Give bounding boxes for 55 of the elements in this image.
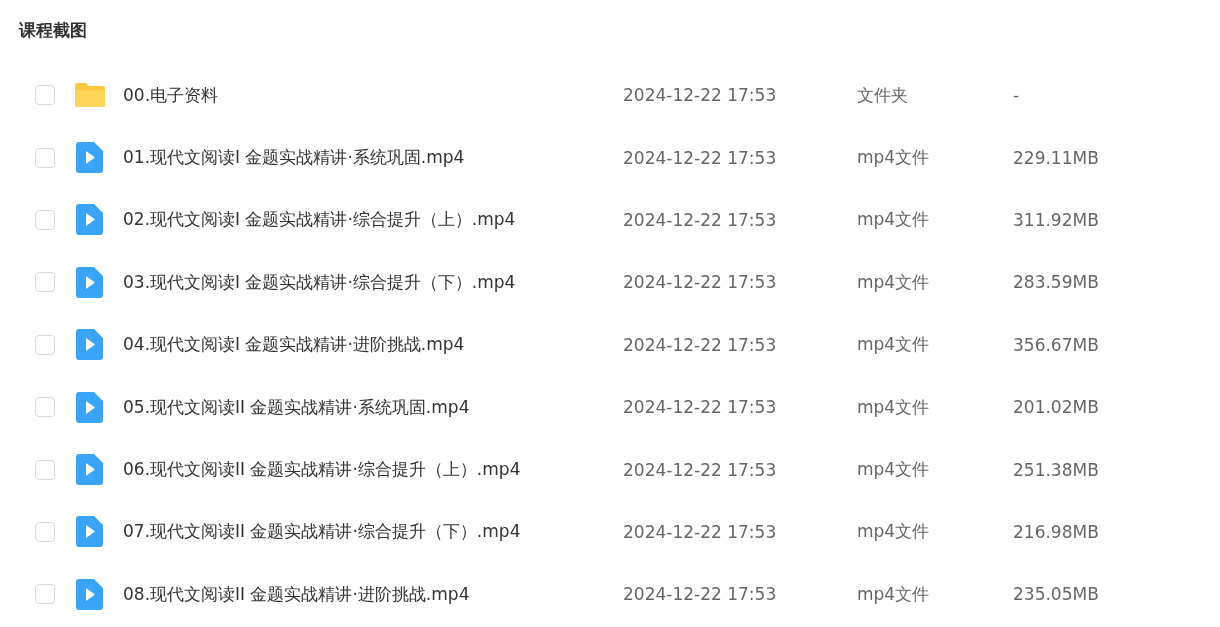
section-title: 课程截图 xyxy=(19,19,88,42)
video-file-icon xyxy=(76,266,103,298)
video-file-icon xyxy=(76,142,103,174)
video-file-icon xyxy=(76,454,103,486)
file-size: 251.38MB xyxy=(1013,459,1100,480)
file-name[interactable]: 05.现代文阅读II 金题实战精讲·系统巩固.mp4 xyxy=(123,395,623,419)
checkbox[interactable] xyxy=(35,521,55,542)
modified-date: 2024-12-22 17:53 xyxy=(623,584,778,605)
file-size: - xyxy=(1013,85,1021,106)
modified-date: 2024-12-22 17:53 xyxy=(623,334,778,355)
file-type: mp4文件 xyxy=(857,333,931,357)
modified-date: 2024-12-22 17:53 xyxy=(623,521,778,542)
video-file-icon xyxy=(76,329,103,361)
checkbox[interactable] xyxy=(35,584,55,605)
file-name[interactable]: 07.现代文阅读II 金题实战精讲·综合提升（下）.mp4 xyxy=(123,520,623,544)
checkbox[interactable] xyxy=(35,147,55,168)
checkbox[interactable] xyxy=(35,85,55,106)
file-type: mp4文件 xyxy=(857,520,931,544)
modified-date: 2024-12-22 17:53 xyxy=(623,147,778,168)
file-name[interactable]: 03.现代文阅读I 金题实战精讲·综合提升（下）.mp4 xyxy=(123,270,623,294)
file-size: 356.67MB xyxy=(1013,334,1100,355)
file-size: 229.11MB xyxy=(1013,147,1100,168)
file-size: 235.05MB xyxy=(1013,584,1100,605)
folder-icon xyxy=(74,82,106,109)
file-size: 216.98MB xyxy=(1013,521,1100,542)
checkbox[interactable] xyxy=(35,397,55,418)
video-file-icon xyxy=(76,578,103,610)
video-file-icon xyxy=(76,516,103,548)
file-name[interactable]: 01.现代文阅读I 金题实战精讲·系统巩固.mp4 xyxy=(123,146,623,170)
file-type: mp4文件 xyxy=(857,146,931,170)
video-file-icon xyxy=(76,391,103,423)
checkbox[interactable] xyxy=(35,272,55,293)
file-size: 201.02MB xyxy=(1013,397,1100,418)
modified-date: 2024-12-22 17:53 xyxy=(623,397,778,418)
file-name[interactable]: 02.现代文阅读I 金题实战精讲·综合提升（上）.mp4 xyxy=(123,208,623,232)
modified-date: 2024-12-22 17:53 xyxy=(623,209,778,230)
file-type: mp4文件 xyxy=(857,208,931,232)
file-name[interactable]: 08.现代文阅读II 金题实战精讲·进阶挑战.mp4 xyxy=(123,582,623,606)
file-name[interactable]: 00.电子资料 xyxy=(123,83,623,107)
modified-date: 2024-12-22 17:53 xyxy=(623,85,778,106)
file-type: mp4文件 xyxy=(857,458,931,482)
checkbox[interactable] xyxy=(35,209,55,230)
modified-date: 2024-12-22 17:53 xyxy=(623,459,778,480)
checkbox[interactable] xyxy=(35,334,55,355)
file-type: 文件夹 xyxy=(857,83,909,107)
file-size: 283.59MB xyxy=(1013,272,1100,293)
file-type: mp4文件 xyxy=(857,395,931,419)
file-type: mp4文件 xyxy=(857,582,931,606)
video-file-icon xyxy=(76,204,103,236)
file-name[interactable]: 04.现代文阅读I 金题实战精讲·进阶挑战.mp4 xyxy=(123,333,623,357)
file-name[interactable]: 06.现代文阅读II 金题实战精讲·综合提升（上）.mp4 xyxy=(123,458,623,482)
file-type: mp4文件 xyxy=(857,270,931,294)
file-size: 311.92MB xyxy=(1013,209,1100,230)
modified-date: 2024-12-22 17:53 xyxy=(623,272,778,293)
checkbox[interactable] xyxy=(35,459,55,480)
